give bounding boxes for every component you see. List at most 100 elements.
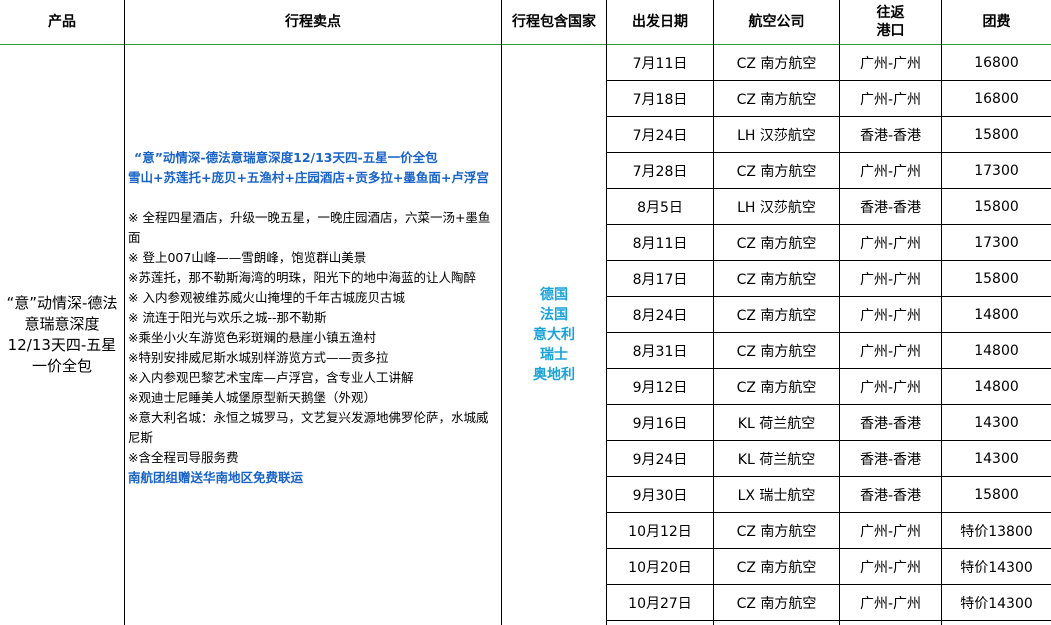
row-divider [606, 548, 1051, 549]
header-port-line1: 往返 [876, 5, 905, 21]
tour-price: 14800 [974, 378, 1019, 395]
highlight-item: ※含全程司导服务费 [128, 450, 239, 465]
countries-list: 德国 法国 意大利 瑞士 奥地利 [502, 45, 606, 625]
header-countries: 行程包含国家 [512, 14, 596, 30]
departure-port: 香港-香港 [859, 199, 922, 216]
row-divider [606, 440, 1051, 441]
itinerary-highlights: “意”动情深-德法意瑞意深度12/13天四-五星一价全包 雪山+苏莲托+庞贝+五… [128, 148, 500, 488]
highlight-subtitle: 雪山+苏莲托+庞贝+五渔村+庄园酒店+贡多拉+墨鱼面+卢浮宫 [128, 170, 489, 185]
tour-price: 17300 [974, 162, 1019, 179]
airline-name: CZ 南方航空 [736, 163, 817, 180]
header-rule [0, 44, 1051, 45]
tour-price: 特价13800 [960, 523, 1033, 540]
row-divider [606, 584, 1051, 585]
grid-line [606, 0, 607, 625]
airline-name: CZ 南方航空 [736, 271, 817, 288]
airline-name: LX 瑞士航空 [737, 487, 816, 504]
departure-date: 10月12日 [628, 523, 692, 540]
tour-price: 15800 [974, 486, 1019, 503]
airline-name: LH 汉莎航空 [737, 127, 816, 144]
departure-port: 广州-广州 [859, 235, 922, 252]
row-divider [606, 80, 1051, 81]
departure-port: 广州-广州 [859, 379, 922, 396]
tour-price: 14800 [974, 306, 1019, 323]
departure-date: 10月27日 [628, 595, 692, 612]
departure-port: 广州-广州 [859, 343, 922, 360]
departure-date: 8月17日 [632, 271, 688, 288]
departure-port: 香港-香港 [859, 451, 922, 468]
highlight-spacer [128, 188, 500, 208]
departure-date: 9月24日 [632, 451, 688, 468]
highlight-item: ※ 登上007山峰——雪朗峰，饱览群山美景 [128, 250, 367, 265]
airline-name: CZ 南方航空 [736, 559, 817, 576]
highlight-footer: 南航团组赠送华南地区免费联运 [128, 470, 304, 485]
departure-date: 7月11日 [632, 55, 688, 72]
highlight-item: ※入内参观巴黎艺术宝库—卢浮宫，含专业人工讲解 [128, 370, 414, 385]
highlight-title: “意”动情深-德法意瑞意深度12/13天四-五星一价全包 [134, 150, 438, 165]
tour-price: 14300 [974, 414, 1019, 431]
departure-port: 香港-香港 [859, 487, 922, 504]
departure-date: 8月31日 [632, 343, 688, 360]
row-divider [606, 296, 1051, 297]
departure-port: 香港-香港 [859, 415, 922, 432]
tour-price: 特价14300 [960, 595, 1033, 612]
row-divider [606, 116, 1051, 117]
tour-price: 14300 [974, 450, 1019, 467]
airline-name: CZ 南方航空 [736, 307, 817, 324]
country-name: 瑞士 [540, 347, 568, 363]
tour-price: 16800 [974, 90, 1019, 107]
airline-name: CZ 南方航空 [736, 55, 817, 72]
tour-price: 17300 [974, 234, 1019, 251]
header-port: 往返 港口 [840, 0, 941, 44]
tour-price: 15800 [974, 126, 1019, 143]
departure-port: 香港-香港 [859, 127, 922, 144]
highlight-list: ※ 全程四星酒店，升级一晚五星，一晚庄园酒店，六菜一汤+墨鱼面 ※ 登上007山峰… [128, 208, 500, 468]
tour-price-sheet: 产品 行程卖点 行程包含国家 出发日期 航空公司 往返 港口 团费 “意”动情深… [0, 0, 1051, 625]
grid-line [124, 0, 125, 625]
country-name: 奥地利 [533, 367, 575, 383]
highlight-item: ※观迪士尼睡美人城堡原型新天鹅堡（外观） [128, 390, 376, 405]
airline-name: KL 荷兰航空 [737, 451, 816, 468]
row-divider [606, 260, 1051, 261]
departure-port: 广州-广州 [859, 559, 922, 576]
product-name: “意”动情深-德法意瑞意深度12/13天四-五星一价全包 [6, 294, 118, 375]
tour-price: 15800 [974, 198, 1019, 215]
row-divider [606, 224, 1051, 225]
airline-name: CZ 南方航空 [736, 523, 817, 540]
departure-port: 广州-广州 [859, 91, 922, 108]
highlight-item: ※ 入内参观被维苏威火山掩埋的千年古城庞贝古城 [128, 290, 405, 305]
row-divider [606, 188, 1051, 189]
airline-name: CZ 南方航空 [736, 379, 817, 396]
header-airline: 航空公司 [748, 14, 805, 30]
country-name: 德国 [540, 287, 568, 303]
departure-port: 广州-广州 [859, 271, 922, 288]
highlight-item: ※特别安排威尼斯水城别样游览方式——贡多拉 [128, 350, 389, 365]
departure-date: 9月16日 [632, 415, 688, 432]
departure-date: 8月5日 [637, 199, 683, 216]
departure-date: 8月24日 [632, 307, 688, 324]
departure-port: 广州-广州 [859, 307, 922, 324]
departure-date: 9月12日 [632, 379, 688, 396]
airline-name: CZ 南方航空 [736, 235, 817, 252]
grid-line [839, 0, 840, 625]
header-highlights: 行程卖点 [285, 14, 341, 30]
airline-name: LH 汉莎航空 [737, 199, 816, 216]
header-price: 团费 [982, 14, 1011, 30]
highlight-item: ※ 流连于阳光与欢乐之城--那不勒斯 [128, 310, 327, 325]
departure-date: 7月24日 [632, 127, 688, 144]
departure-port: 广州-广州 [859, 55, 922, 72]
departure-date: 8月11日 [632, 235, 688, 252]
header-product: 产品 [48, 14, 76, 30]
tour-price: 14800 [974, 342, 1019, 359]
row-divider [606, 512, 1051, 513]
airline-name: CZ 南方航空 [736, 343, 817, 360]
departure-date: 7月18日 [632, 91, 688, 108]
tour-price: 15800 [974, 270, 1019, 287]
departure-port: 广州-广州 [859, 163, 922, 180]
row-divider [606, 476, 1051, 477]
row-divider [606, 332, 1051, 333]
departure-date: 10月20日 [628, 559, 692, 576]
departure-date: 7月28日 [632, 163, 688, 180]
highlight-item: ※ 全程四星酒店，升级一晚五星，一晚庄园酒店，六菜一汤+墨鱼面 [128, 210, 491, 245]
highlight-item: ※意大利名城：永恒之城罗马，文艺复兴发源地佛罗伦萨，水城威尼斯 [128, 410, 489, 445]
